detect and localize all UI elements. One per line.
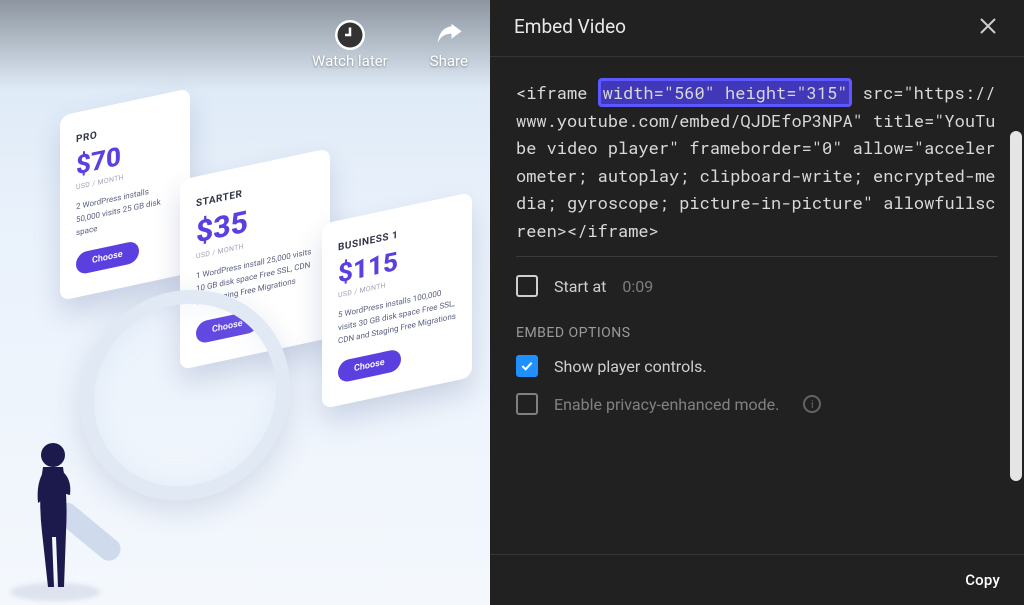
code-highlight: width="560" height="315" bbox=[598, 78, 853, 107]
clock-icon bbox=[335, 20, 365, 50]
magnifier-icon bbox=[80, 283, 290, 508]
start-at-value[interactable]: 0:09 bbox=[622, 277, 653, 296]
info-icon[interactable]: i bbox=[803, 395, 821, 413]
start-at-row: Start at 0:09 bbox=[516, 275, 998, 297]
watch-later-label: Watch later bbox=[312, 52, 388, 70]
pricing-scene: PRO $70 USD / MONTH 2 WordPress installs… bbox=[40, 130, 470, 560]
code-prefix: <iframe bbox=[516, 81, 598, 104]
panel-header: Embed Video bbox=[490, 0, 1024, 57]
panel-body: <iframe width="560" height="315" src="ht… bbox=[490, 57, 1024, 554]
pricing-card: BUSINESS 1 $115 USD / MONTH 5 WordPress … bbox=[322, 192, 472, 409]
share-icon bbox=[434, 20, 464, 50]
close-button[interactable] bbox=[976, 14, 1000, 38]
choose-button[interactable]: Choose bbox=[76, 241, 139, 276]
share-label: Share bbox=[430, 52, 468, 70]
panel-title: Embed Video bbox=[514, 15, 626, 38]
copy-button[interactable]: Copy bbox=[965, 571, 1000, 589]
embed-options-heading: EMBED OPTIONS bbox=[516, 325, 998, 341]
feature-list: 2 WordPress installs 50,000 visits 25 GB… bbox=[76, 181, 174, 240]
embed-code[interactable]: <iframe width="560" height="315" src="ht… bbox=[516, 79, 998, 257]
option-label: Show player controls. bbox=[554, 357, 707, 376]
option-row: Enable privacy-enhanced mode. i bbox=[516, 393, 998, 415]
option-label: Enable privacy-enhanced mode. bbox=[554, 395, 779, 414]
scrollbar[interactable] bbox=[1010, 131, 1022, 481]
person-illustration bbox=[18, 437, 88, 597]
video-top-overlay: Watch later Share bbox=[0, 0, 490, 90]
share-button[interactable]: Share bbox=[430, 20, 468, 70]
panel-footer: Copy bbox=[490, 554, 1024, 605]
choose-button[interactable]: Choose bbox=[338, 349, 401, 384]
watch-later-button[interactable]: Watch later bbox=[312, 20, 388, 70]
embed-panel: Embed Video <iframe width="560" height="… bbox=[490, 0, 1024, 605]
player-controls-checkbox[interactable] bbox=[516, 355, 538, 377]
start-at-checkbox[interactable] bbox=[516, 275, 538, 297]
pricing-card: PRO $70 USD / MONTH 2 WordPress installs… bbox=[60, 88, 190, 301]
video-preview: Watch later Share PRO $70 USD / MONTH 2 … bbox=[0, 0, 490, 605]
option-row: Show player controls. bbox=[516, 355, 998, 377]
privacy-mode-checkbox[interactable] bbox=[516, 393, 538, 415]
close-icon bbox=[976, 23, 1000, 42]
start-at-label: Start at bbox=[554, 277, 606, 296]
